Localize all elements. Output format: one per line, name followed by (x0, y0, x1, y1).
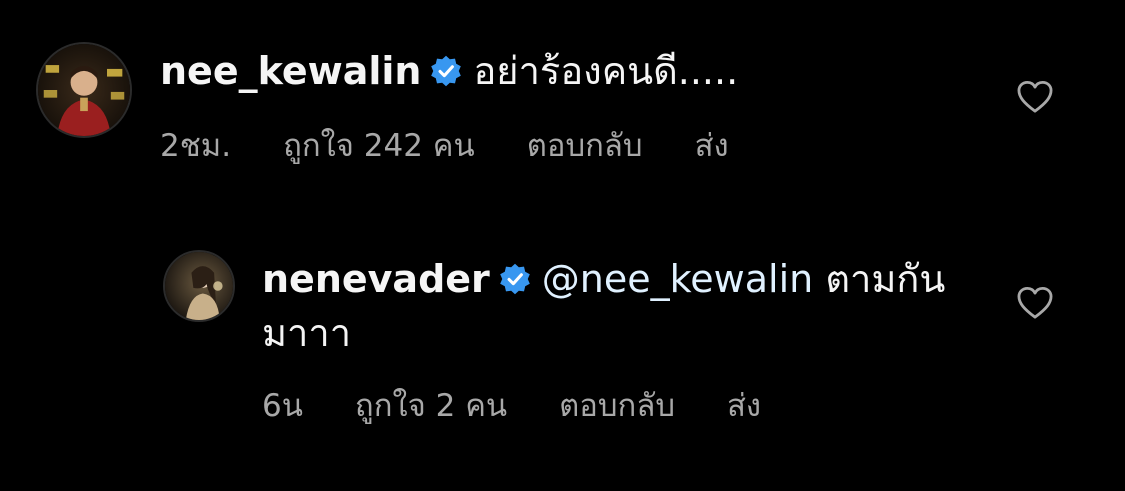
timestamp: 6น (262, 388, 303, 424)
reply-button[interactable]: ตอบกลับ (527, 120, 643, 170)
comment-text: ตามกัน (825, 257, 946, 301)
send-button[interactable]: ส่ง (727, 380, 761, 430)
timestamp: 2ชม. (160, 128, 232, 164)
profile-photo (38, 44, 130, 136)
likes-count[interactable]: ถูกใจ 242 คน (283, 120, 475, 170)
avatar[interactable] (163, 250, 235, 322)
comment-text: มาาา (262, 311, 352, 355)
profile-photo (165, 252, 233, 320)
username[interactable]: nee_kewalin (160, 49, 421, 93)
verified-badge-icon (498, 262, 532, 296)
comment-text-continued: มาาา (262, 310, 351, 356)
heart-outline-icon[interactable] (1016, 286, 1054, 320)
send-button[interactable]: ส่ง (695, 120, 729, 170)
avatar[interactable] (36, 42, 132, 138)
mention-link[interactable]: @nee_kewalin (542, 257, 813, 301)
comment-meta: 6น ถูกใจ 2 คน ตอบกลับ ส่ง (262, 380, 813, 430)
likes-count[interactable]: ถูกใจ 2 คน (355, 380, 507, 430)
username[interactable]: nenevader (262, 257, 490, 301)
comment-text: อย่าร้องคนดี..... (473, 49, 739, 93)
reply-button[interactable]: ตอบกลับ (559, 380, 675, 430)
comment-body: nenevader @nee_kewalin ตามกัน (262, 256, 945, 302)
comment-meta: 2ชม. ถูกใจ 242 คน ตอบกลับ ส่ง (160, 120, 781, 170)
heart-outline-icon[interactable] (1016, 80, 1054, 114)
comment-body: nee_kewalin อย่าร้องคนดี..... (160, 48, 738, 94)
verified-badge-icon (429, 54, 463, 88)
